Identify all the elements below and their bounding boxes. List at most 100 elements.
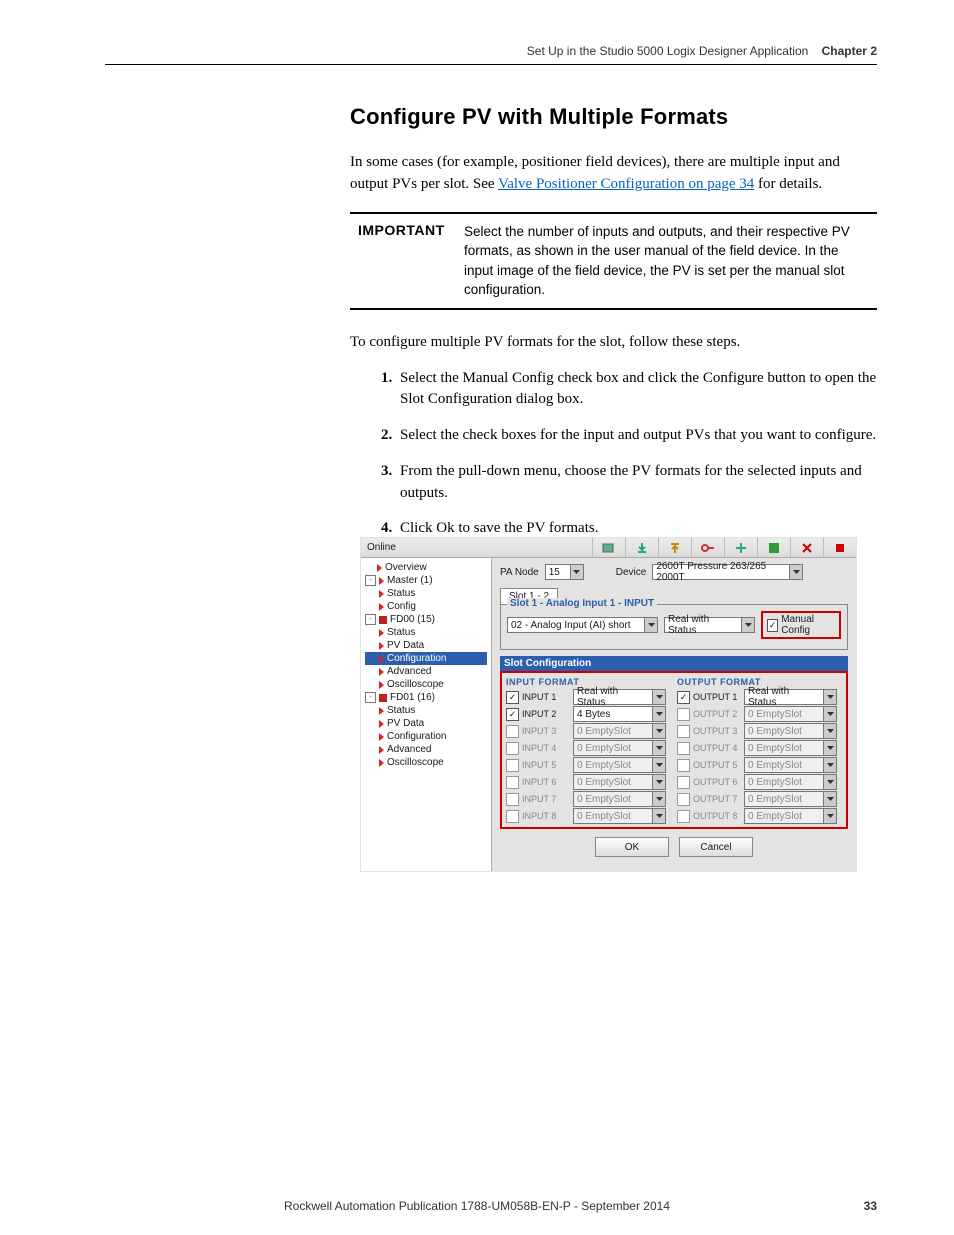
step-2: Select the check boxes for the input and… (396, 425, 877, 447)
valve-positioner-link[interactable]: Valve Positioner Configuration on page 3… (498, 176, 754, 192)
input-checkbox (506, 793, 519, 806)
triangle-icon (379, 681, 384, 689)
chevron-down-icon (824, 791, 837, 807)
triangle-icon (379, 655, 384, 663)
output-label: OUTPUT 7 (693, 794, 741, 804)
chevron-down-icon (653, 774, 666, 790)
config-panel: PA Node 15 Device 2600T Pressure 263/265… (492, 558, 856, 871)
cancel-button[interactable]: Cancel (679, 837, 753, 857)
upload-icon[interactable] (658, 538, 691, 557)
output-checkbox (677, 759, 690, 772)
device-select[interactable]: 2600T Pressure 263/265 2000T (652, 564, 803, 580)
running-header: Set Up in the Studio 5000 Logix Designer… (527, 44, 877, 58)
stop-icon[interactable] (823, 538, 856, 557)
output-checkbox (677, 810, 690, 823)
output-label: OUTPUT 2 (693, 709, 741, 719)
online-label: Online (361, 542, 402, 553)
output-checkbox (677, 708, 690, 721)
triangle-icon (379, 733, 384, 741)
toolbar-icon-6[interactable] (757, 538, 790, 557)
chevron-down-icon (824, 757, 837, 773)
square-icon (379, 616, 387, 624)
toolbar-icon-1[interactable] (592, 538, 625, 557)
pa-node-label: PA Node (500, 567, 539, 578)
output-format-select: 0 EmptySlot (744, 774, 837, 790)
input-row: ✓INPUT 24 Bytes (506, 706, 673, 722)
output-format-select: 0 EmptySlot (744, 791, 837, 807)
output-format-select: 0 EmptySlot (744, 706, 837, 722)
input-label: INPUT 5 (522, 760, 570, 770)
disconnect-icon[interactable] (691, 538, 724, 557)
chevron-down-icon (790, 564, 803, 580)
output-checkbox (677, 793, 690, 806)
input-row: INPUT 50 EmptySlot (506, 757, 673, 773)
important-box: IMPORTANT Select the number of inputs an… (350, 212, 877, 310)
slot-config-title: Slot Configuration (500, 656, 848, 671)
chevron-down-icon (645, 617, 658, 633)
device-tree[interactable]: Overview -Master (1) Status Config -FD00… (361, 558, 492, 871)
input-checkbox (506, 742, 519, 755)
input-format-select[interactable]: 4 Bytes (573, 706, 666, 722)
close-icon[interactable] (790, 538, 823, 557)
input-row: INPUT 40 EmptySlot (506, 740, 673, 756)
triangle-icon (379, 759, 384, 767)
triangle-icon (379, 590, 384, 598)
output-row: OUTPUT 60 EmptySlot (677, 774, 844, 790)
page-number: 33 (864, 1199, 877, 1213)
slot-format-select[interactable]: Real with Status (664, 617, 755, 633)
output-checkbox (677, 742, 690, 755)
input-format-select: 0 EmptySlot (573, 791, 666, 807)
chevron-down-icon (824, 723, 837, 739)
page-footer: Rockwell Automation Publication 1788-UM0… (0, 1199, 954, 1213)
input-label: INPUT 7 (522, 794, 570, 804)
dialog-screenshot: Online Overview -Master (1) Status Confi… (360, 537, 857, 872)
output-checkbox[interactable]: ✓ (677, 691, 690, 704)
input-label: INPUT 2 (522, 709, 570, 719)
pa-node-select[interactable]: 15 (545, 564, 584, 580)
chevron-down-icon (653, 757, 666, 773)
output-checkbox (677, 776, 690, 789)
input-checkbox (506, 759, 519, 772)
chevron-down-icon (653, 689, 666, 705)
group-legend: Slot 1 - Analog Input 1 - INPUT (507, 598, 657, 609)
chevron-down-icon (571, 564, 584, 580)
manual-config-box: ✓ Manual Config (761, 611, 841, 639)
section-heading: Configure PV with Multiple Formats (350, 104, 877, 130)
input-format-select[interactable]: Real with Status (573, 689, 666, 705)
important-text: Select the number of inputs and outputs,… (456, 213, 877, 309)
intro-paragraph: In some cases (for example, positioner f… (350, 152, 877, 196)
input-format-select: 0 EmptySlot (573, 757, 666, 773)
triangle-icon (379, 603, 384, 611)
lead-paragraph: To configure multiple PV formats for the… (350, 332, 877, 354)
input-checkbox[interactable]: ✓ (506, 708, 519, 721)
header-rule (105, 64, 877, 65)
input-row: INPUT 60 EmptySlot (506, 774, 673, 790)
chevron-down-icon (653, 791, 666, 807)
step-3: From the pull-down menu, choose the PV f… (396, 461, 877, 505)
slot-configuration: Slot Configuration INPUT FORMAT ✓INPUT 1… (500, 656, 848, 829)
add-icon[interactable] (724, 538, 757, 557)
output-row: OUTPUT 20 EmptySlot (677, 706, 844, 722)
triangle-icon (379, 746, 384, 754)
output-format-select: 0 EmptySlot (744, 740, 837, 756)
chevron-down-icon (653, 706, 666, 722)
input-format-select: 0 EmptySlot (573, 723, 666, 739)
square-icon (379, 694, 387, 702)
input-label: INPUT 6 (522, 777, 570, 787)
triangle-icon (379, 577, 384, 585)
chevron-down-icon (824, 774, 837, 790)
input-checkbox[interactable]: ✓ (506, 691, 519, 704)
output-label: OUTPUT 6 (693, 777, 741, 787)
output-format-select[interactable]: Real with Status (744, 689, 837, 705)
download-icon[interactable] (625, 538, 658, 557)
ok-button[interactable]: OK (595, 837, 669, 857)
important-label: IMPORTANT (350, 213, 456, 309)
slot-type-select[interactable]: 02 - Analog Input (AI) short (507, 617, 658, 633)
output-label: OUTPUT 1 (693, 692, 741, 702)
chevron-down-icon (653, 740, 666, 756)
chevron-down-icon (742, 617, 755, 633)
manual-config-checkbox[interactable]: ✓ (767, 619, 778, 632)
chevron-down-icon (824, 706, 837, 722)
device-label: Device (616, 567, 647, 578)
input-label: INPUT 1 (522, 692, 570, 702)
